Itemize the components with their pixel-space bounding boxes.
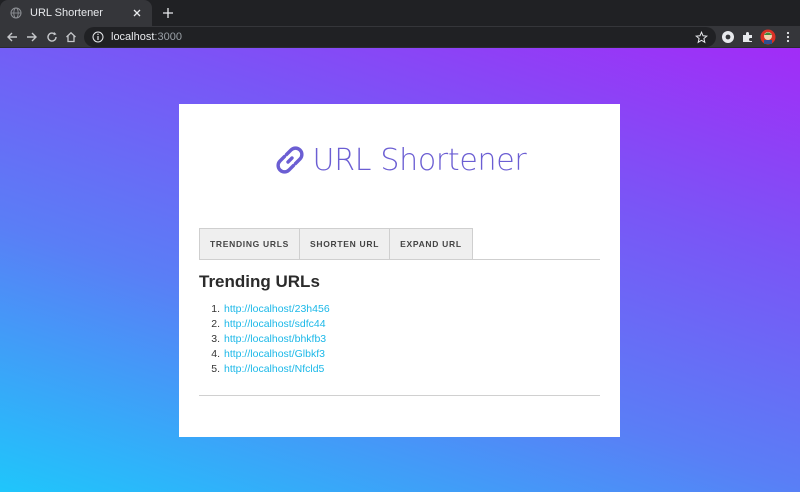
list-number: 1. [211,303,220,315]
list-number: 4. [211,348,220,360]
forward-arrow-icon[interactable] [24,29,40,45]
list-number: 5. [211,363,220,375]
tab-expand-url[interactable]: EXPAND URL [389,228,473,259]
list-item: 4. http://localhost/Glbkf3 [205,347,330,362]
trending-url-link[interactable]: http://localhost/sdfc44 [224,317,326,332]
record-icon[interactable] [720,29,736,45]
url-host: localhost [111,31,155,43]
divider [199,395,600,396]
avatar[interactable] [760,29,776,45]
url-port: :3000 [154,31,182,43]
trending-url-link[interactable]: http://localhost/bhkfb3 [224,332,326,347]
plus-icon[interactable] [160,5,176,21]
browser-toolbar: localhost :3000 [0,26,800,48]
trending-url-link[interactable]: http://localhost/Nfcld5 [224,362,324,377]
globe-icon [10,7,22,19]
section-title: Trending URLs [199,272,320,291]
trending-url-link[interactable]: http://localhost/Glbkf3 [224,347,325,362]
app-tabs: TRENDING URLS SHORTEN URL EXPAND URL [199,228,600,260]
close-icon[interactable] [130,6,144,20]
list-item: 3. http://localhost/bhkfb3 [205,332,330,347]
puzzle-icon[interactable] [740,29,756,45]
app-card: URL Shortener TRENDING URLS SHORTEN URL … [179,104,620,437]
kebab-menu-icon[interactable] [780,29,796,45]
home-icon[interactable] [63,29,79,45]
link-icon [273,143,307,177]
trending-url-link[interactable]: http://localhost/23h456 [224,302,330,317]
trending-url-list: 1. http://localhost/23h456 2. http://loc… [205,302,330,377]
list-number: 3. [211,333,220,345]
list-item: 5. http://localhost/Nfcld5 [205,362,330,377]
info-icon[interactable] [92,31,104,43]
browser-tab[interactable]: URL Shortener [0,0,152,26]
list-item: 1. http://localhost/23h456 [205,302,330,317]
app-title: URL Shortener [312,142,527,178]
tab-shorten-url[interactable]: SHORTEN URL [299,228,391,259]
list-number: 2. [211,318,220,330]
tab-trending-urls[interactable]: TRENDING URLS [199,228,300,259]
page-viewport: URL Shortener TRENDING URLS SHORTEN URL … [0,48,800,492]
address-bar[interactable]: localhost :3000 [84,27,716,47]
star-icon[interactable] [694,30,708,44]
brand-header: URL Shortener [179,138,620,182]
reload-icon[interactable] [44,29,60,45]
browser-tab-strip: URL Shortener [0,0,800,26]
tab-title: URL Shortener [30,7,103,19]
list-item: 2. http://localhost/sdfc44 [205,317,330,332]
back-arrow-icon[interactable] [4,29,20,45]
